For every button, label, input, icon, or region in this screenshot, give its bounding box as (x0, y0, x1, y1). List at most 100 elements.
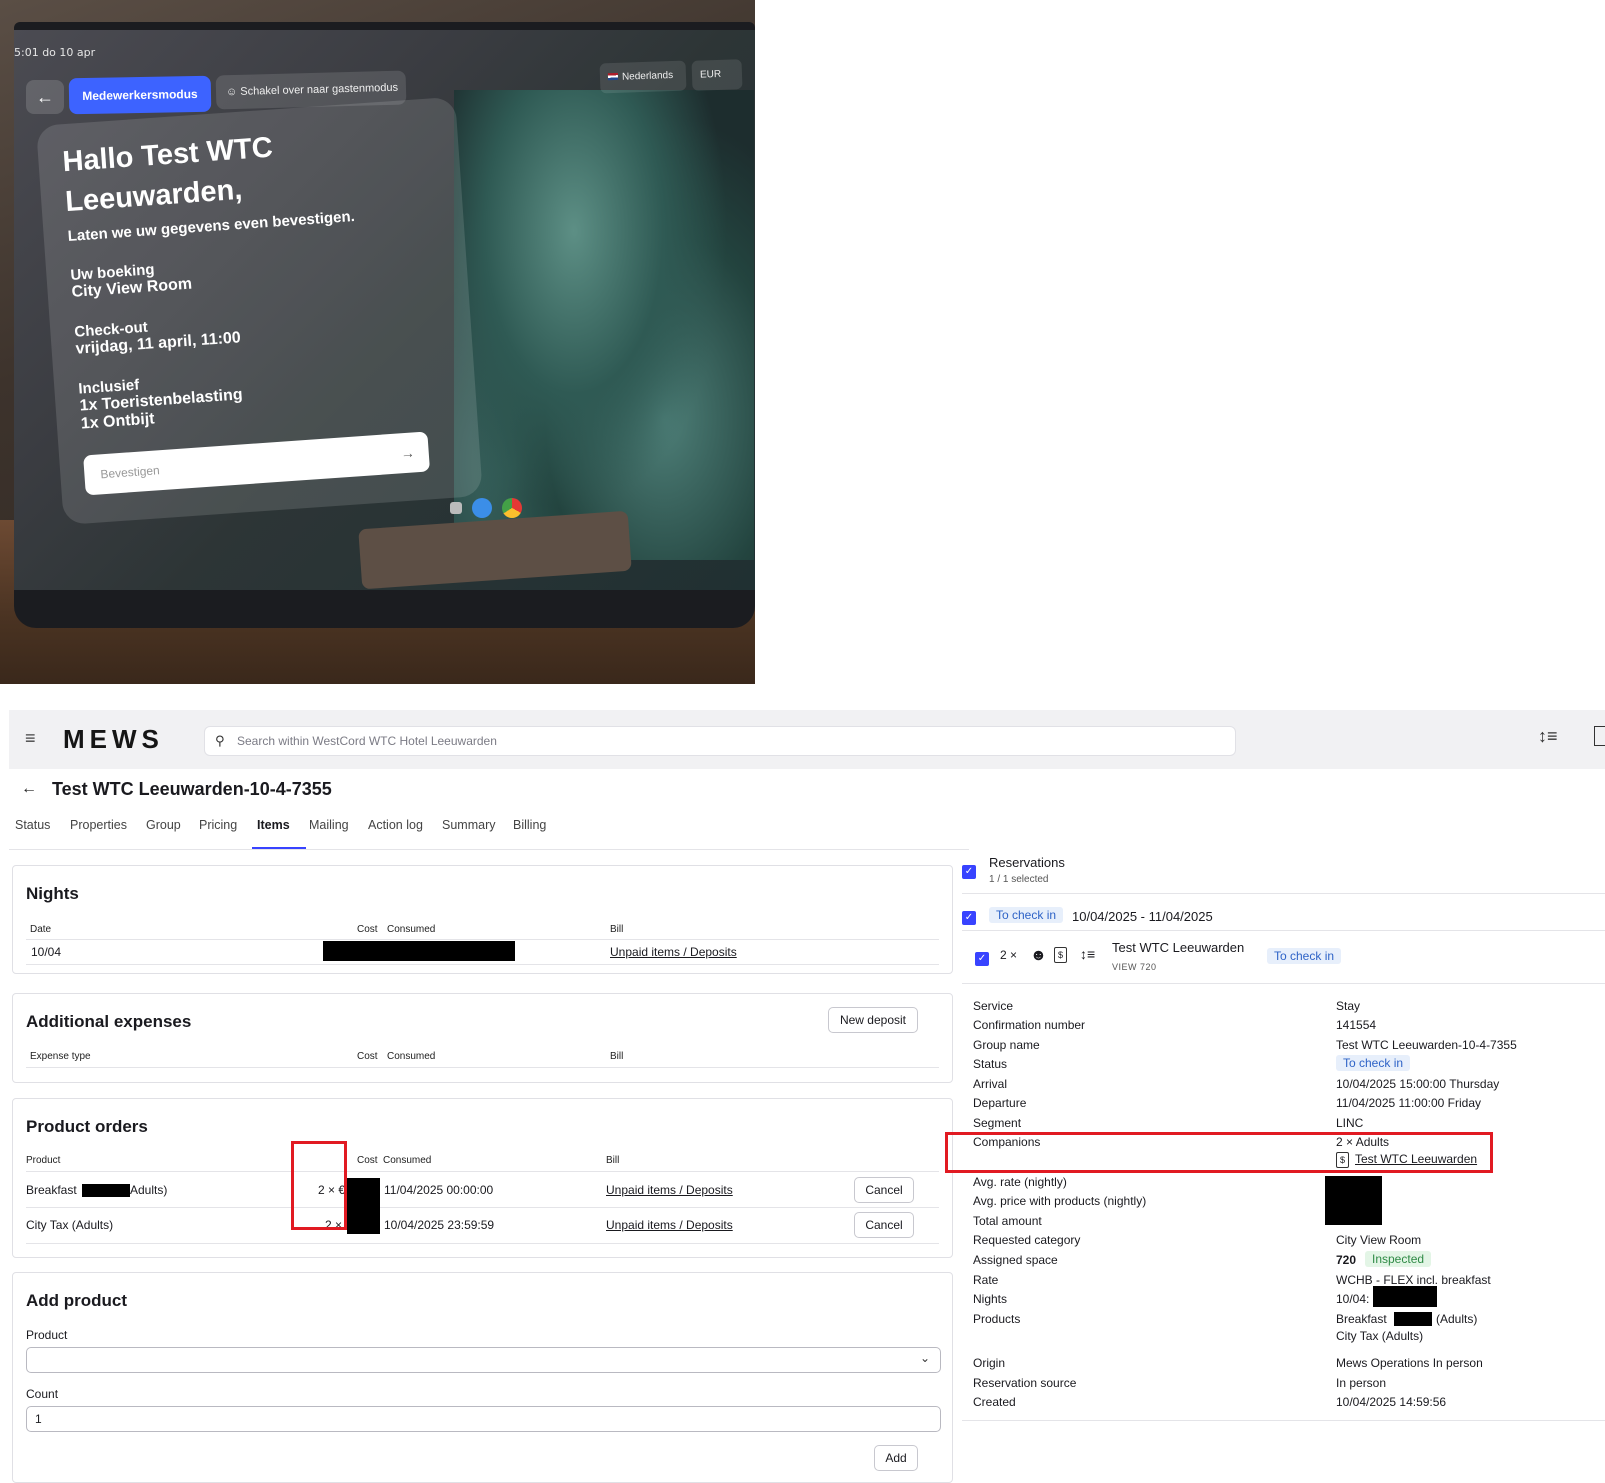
products-value-2: City Tax (Adults) (1336, 1329, 1424, 1343)
tab-status[interactable]: Status (15, 818, 50, 832)
chevron-down-icon: ⌄ (919, 1351, 930, 1365)
new-deposit-button[interactable]: New deposit (828, 1007, 918, 1033)
expenses-panel: Additional expenses New deposit Expense … (12, 993, 953, 1083)
products-value-suffix: (Adults) (1436, 1312, 1478, 1326)
sort-icon[interactable]: ↕≡ (1080, 946, 1095, 962)
product-consumed: 10/04/2025 23:59:59 (384, 1218, 495, 1232)
tab-mailing[interactable]: Mailing (309, 818, 349, 832)
browser-icon[interactable] (471, 498, 492, 518)
tablet-photo: 5:01 do 10 apr ← Medewerkersmodus ☺ Scha… (0, 0, 755, 684)
count-input[interactable]: 1 (26, 1406, 941, 1432)
service-value: Stay (1336, 999, 1361, 1013)
product-bill-link[interactable]: Unpaid items / Deposits (606, 1183, 733, 1197)
confirm-placeholder: Bevestigen (99, 463, 161, 482)
redacted-block (1325, 1176, 1382, 1225)
tab-summary[interactable]: Summary (442, 818, 495, 832)
rate-value: WCHB - FLEX incl. breakfast (1336, 1273, 1491, 1287)
group-name-value: Test WTC Leeuwarden-10-4-7355 (1336, 1038, 1517, 1052)
apps-grid-icon[interactable] (450, 502, 462, 514)
divider (26, 1171, 939, 1172)
departure-label: Departure (973, 1096, 1027, 1110)
flag-icon (607, 72, 619, 81)
guest-status-badge: To check in (1267, 948, 1342, 964)
tab-action-log[interactable]: Action log (368, 818, 423, 832)
product-consumed: 11/04/2025 00:00:00 (384, 1183, 494, 1197)
page-title: Test WTC Leeuwarden-10-4-7355 (52, 779, 332, 799)
product-select[interactable]: ⌄ (26, 1347, 941, 1373)
search-input[interactable]: ⚲ Search within WestCord WTC Hotel Leeuw… (204, 726, 1236, 756)
origin-value: Mews Operations In person (1336, 1356, 1483, 1370)
products-label: Products (973, 1312, 1021, 1326)
product-orders-title: Product orders (26, 1117, 148, 1136)
density-icon[interactable]: ↕≡ (1538, 726, 1558, 747)
total-amount-label: Total amount (973, 1214, 1042, 1228)
divider (962, 930, 1605, 931)
created-label: Created (973, 1395, 1016, 1409)
col-consumed: Consumed (387, 924, 436, 935)
guest-count: 2 × (1000, 948, 1018, 962)
staff-mode-button[interactable]: Medewerkersmodus (68, 75, 212, 115)
tab-properties[interactable]: Properties (70, 818, 127, 832)
redacted-block (1373, 1286, 1437, 1307)
menu-icon[interactable]: ≡ (25, 728, 36, 749)
reservations-checkbox[interactable]: ✓ (962, 865, 976, 879)
guest-name[interactable]: Test WTC Leeuwarden (1112, 940, 1244, 955)
tab-bar: Status Properties Group Pricing Items Ma… (9, 810, 969, 850)
divider (26, 939, 939, 940)
back-arrow-icon[interactable]: ← (21, 780, 37, 798)
tab-pricing[interactable]: Pricing (199, 818, 237, 832)
add-product-title: Add product (26, 1291, 128, 1310)
avg-rate-label: Avg. rate (nightly) (973, 1175, 1067, 1189)
stay-checkbox[interactable]: ✓ (962, 911, 976, 925)
back-arrow-icon[interactable]: ← (26, 80, 64, 114)
origin-label: Origin (973, 1356, 1006, 1370)
arrival-value: 10/04/2025 15:00:00 Thursday (1336, 1077, 1500, 1091)
app-dock (450, 498, 528, 518)
service-label: Service (973, 999, 1014, 1013)
panel-icon[interactable] (1594, 726, 1605, 746)
guest-welcome-card: Hallo Test WTC Leeuwarden, Laten we uw g… (36, 96, 483, 526)
language-button[interactable]: Nederlands (599, 60, 687, 94)
top-bar: ≡ MEWS ⚲ Search within WestCord WTC Hote… (9, 710, 1605, 769)
guest-checkbox[interactable]: ✓ (975, 952, 989, 966)
product-name: Breakfast (26, 1183, 77, 1197)
invoice-icon[interactable]: $ (1054, 947, 1073, 963)
user-switch-icon: ☺ (225, 85, 241, 99)
night-bill-link[interactable]: Unpaid items / Deposits (610, 945, 737, 959)
arrival-label: Arrival (973, 1077, 1008, 1091)
assigned-space-value: 720 (1336, 1253, 1357, 1267)
confirm-input[interactable]: Bevestigen → (83, 431, 431, 496)
reservations-selected: 1 / 1 selected (989, 874, 1049, 885)
created-value: 10/04/2025 14:59:56 (1336, 1395, 1447, 1409)
requested-category-label: Requested category (973, 1233, 1081, 1247)
divider (26, 964, 939, 965)
status-badge: To check in (1336, 1055, 1411, 1071)
reservations-title: Reservations (989, 855, 1065, 870)
date-range: 10/04/2025 - 11/04/2025 (1072, 909, 1213, 924)
arrow-right-icon[interactable]: → (399, 432, 416, 473)
product-name: City Tax (Adults) (26, 1218, 114, 1232)
cancel-button[interactable]: Cancel (854, 1177, 914, 1203)
col-bill: Bill (610, 1051, 624, 1062)
currency-button[interactable]: EUR (691, 59, 743, 91)
rate-label: Rate (973, 1273, 999, 1287)
cancel-button[interactable]: Cancel (854, 1212, 914, 1238)
segment-label: Segment (973, 1116, 1022, 1130)
product-bill-link[interactable]: Unpaid items / Deposits (606, 1218, 733, 1232)
col-cost: Cost (357, 924, 378, 935)
requested-category-value: City View Room (1336, 1233, 1422, 1247)
person-icon[interactable]: ☻ (1030, 947, 1047, 965)
chrome-icon[interactable] (501, 498, 522, 518)
tab-billing[interactable]: Billing (513, 818, 546, 832)
tab-group[interactable]: Group (146, 818, 181, 832)
mews-app: ≡ MEWS ⚲ Search within WestCord WTC Hote… (9, 710, 1605, 1483)
col-expense-type: Expense type (30, 1051, 91, 1062)
product-label: Product (26, 1328, 68, 1342)
add-button[interactable]: Add (874, 1445, 918, 1471)
divider (962, 1420, 1605, 1421)
col-bill: Bill (606, 1155, 620, 1166)
guest-mode-label: Schakel over naar gastenmodus (240, 81, 399, 98)
departure-value: 11/04/2025 11:00:00 Friday (1336, 1096, 1481, 1110)
tab-items[interactable]: Items (257, 818, 290, 832)
divider (26, 1207, 939, 1208)
